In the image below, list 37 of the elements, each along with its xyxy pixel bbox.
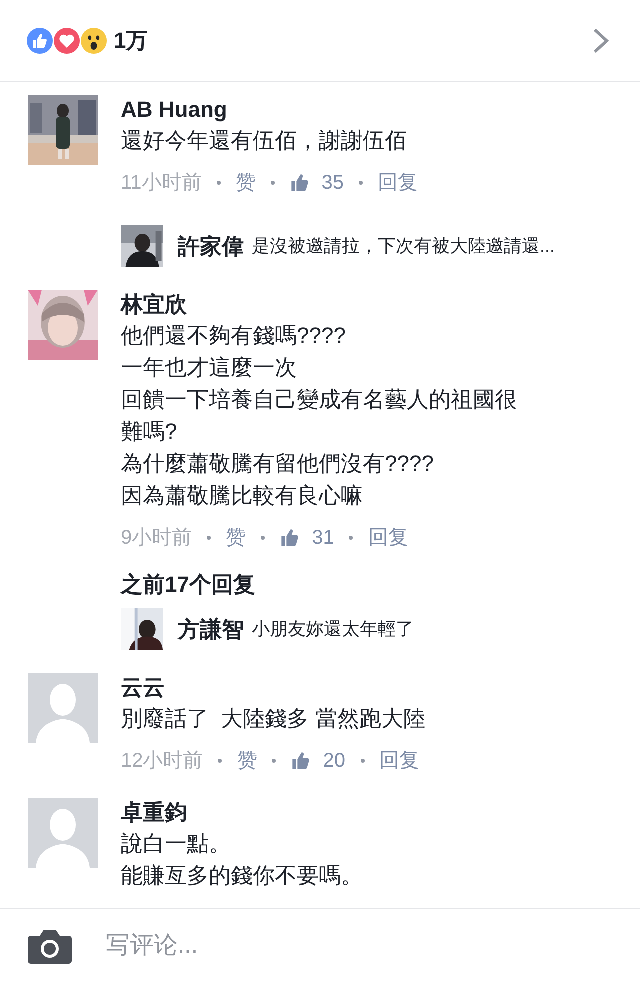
chevron-right-icon[interactable] (592, 26, 610, 54)
reply-text: 是沒被邀請拉，下次有被大陸邀請還... (252, 234, 556, 258)
reply-author[interactable]: 許家偉 (178, 230, 244, 262)
comment-text: 一年也才這麼一次 (121, 354, 298, 382)
commenter-name[interactable]: 卓重鈞 (121, 798, 624, 828)
comment-text: 回饋一下培養自己變成有名藝人的祖國很 (121, 386, 518, 414)
thumbs-up-icon (280, 528, 300, 548)
wow-reaction-icon (80, 26, 108, 54)
comment-text: 因為蕭敬騰比較有良心嘛 (121, 482, 364, 510)
comment-text: 還好今年還有伍佰，謝謝伍佰 (121, 127, 408, 155)
thumbs-up-icon (291, 751, 312, 771)
commenter-name[interactable]: 云云 (121, 673, 624, 703)
timestamp: 11小时前 (121, 171, 202, 196)
more-replies-link[interactable]: 之前17个回复 (121, 570, 256, 600)
comment-text: 他們還不夠有錢嗎???? (121, 322, 347, 350)
camera-icon[interactable] (28, 928, 72, 964)
thumbs-up-icon (290, 173, 310, 193)
commenter-name[interactable]: AB Huang (121, 95, 624, 125)
comment-text: 難嗎? (121, 418, 178, 446)
like-count: 31 (312, 526, 334, 551)
like-count: 20 (323, 749, 346, 774)
comment-text: 說白一點。 (121, 830, 232, 858)
default-avatar-icon (28, 798, 98, 868)
commenter-name[interactable]: 林宜欣 (121, 290, 624, 320)
comment-text: 別廢話了 大陸錢多 當然跑大陸 (121, 705, 426, 733)
heart-reaction-icon (53, 26, 81, 54)
timestamp: 12小时前 (121, 749, 204, 774)
reaction-count[interactable]: 1万 (114, 24, 148, 57)
reply-text: 小朋友妳還太年輕了 (252, 618, 414, 640)
comment-input[interactable]: 写评论... (106, 928, 640, 964)
timestamp: 9小时前 (121, 526, 192, 551)
default-avatar-icon (28, 673, 98, 743)
comment-text: 為什麼蕭敬騰有留他們沒有???? (121, 450, 435, 478)
like-reaction-icon (26, 26, 54, 54)
like-count: 35 (322, 171, 344, 196)
reply-author[interactable]: 方謙智 (178, 612, 244, 646)
comment-text: 能賺亙多的錢你不要嗎。 (121, 862, 364, 890)
